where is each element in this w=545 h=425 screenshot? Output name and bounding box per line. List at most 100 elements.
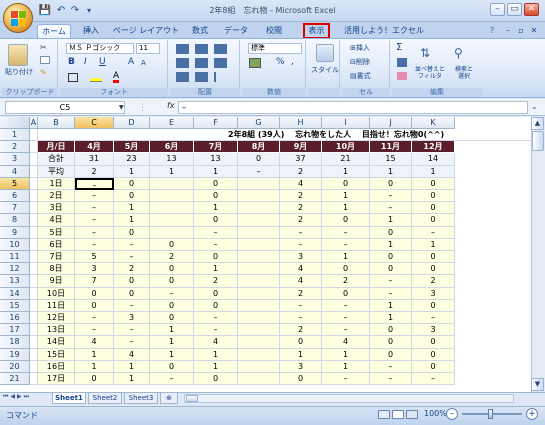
average-value[interactable]: – (238, 165, 280, 178)
data-cell[interactable]: 1 (150, 336, 194, 349)
data-cell[interactable]: 1 (322, 190, 370, 203)
data-cell[interactable]: 0 (75, 373, 114, 386)
data-cell[interactable]: 1 (412, 238, 455, 251)
scroll-down-arrow-icon[interactable]: ▼ (531, 378, 544, 391)
tab-formulas[interactable]: 数式 (187, 24, 213, 39)
data-cell[interactable]: 2 (150, 251, 194, 264)
data-cell[interactable] (150, 226, 194, 239)
data-cell[interactable]: 1 (114, 373, 150, 386)
page-break-view-icon[interactable] (406, 410, 418, 419)
column-header-a[interactable]: A (30, 117, 38, 129)
qat-more-icon[interactable]: ▾ (82, 4, 96, 18)
fill-color-icon[interactable] (90, 73, 102, 82)
horizontal-align-icons[interactable] (176, 58, 232, 68)
currency-icon[interactable] (249, 58, 261, 68)
row-header-17[interactable]: 17 (0, 324, 30, 337)
cell-a[interactable] (30, 312, 38, 325)
binoculars-icon[interactable]: ⚲ (454, 44, 470, 62)
row-header-10[interactable]: 10 (0, 238, 30, 251)
day-label[interactable]: 11日 (38, 299, 75, 312)
total-label[interactable]: 合計 (38, 153, 75, 166)
total-value[interactable]: 13 (194, 153, 238, 166)
column-header-i[interactable]: I (322, 117, 370, 129)
data-cell[interactable]: 0 (150, 360, 194, 373)
data-cell[interactable]: – (280, 226, 322, 239)
data-cell[interactable]: 0 (150, 238, 194, 251)
data-cell[interactable]: 1 (322, 360, 370, 373)
total-value[interactable]: 14 (412, 153, 455, 166)
namebox-dropdown-icon[interactable]: ▼ (119, 104, 124, 111)
data-cell[interactable]: – (370, 287, 412, 300)
fill-icon[interactable] (397, 58, 407, 67)
data-cell[interactable]: – (75, 190, 114, 203)
data-cell[interactable]: 0 (150, 299, 194, 312)
day-label[interactable]: 4日 (38, 214, 75, 227)
sort-filter-icon[interactable]: ⇅ (420, 44, 436, 62)
row-header-1[interactable]: 1 (0, 129, 30, 142)
data-cell[interactable]: 1 (322, 348, 370, 361)
styles-button[interactable]: スタイル (310, 66, 340, 75)
clear-icon[interactable] (397, 72, 407, 80)
row-header-16[interactable]: 16 (0, 312, 30, 325)
office-button[interactable] (3, 3, 33, 33)
data-cell[interactable]: 0 (150, 275, 194, 288)
percent-button[interactable]: % (276, 58, 285, 67)
data-cell[interactable]: 0 (194, 373, 238, 386)
minimize-button[interactable]: – (490, 3, 505, 16)
tab-excel-tips[interactable]: 活用しよう！エクセル (339, 24, 429, 39)
row-header-19[interactable]: 19 (0, 348, 30, 361)
data-cell[interactable]: 1 (114, 202, 150, 215)
cell-a[interactable] (30, 177, 38, 190)
data-cell[interactable] (238, 287, 280, 300)
zoom-level[interactable]: 100% (424, 409, 447, 418)
data-cell[interactable]: 0 (412, 190, 455, 203)
tab-data[interactable]: データ (221, 24, 251, 39)
data-cell[interactable]: 0 (370, 251, 412, 264)
vertical-scrollbar[interactable] (531, 117, 545, 392)
data-cell[interactable]: 1 (370, 238, 412, 251)
data-cell[interactable]: 2 (280, 214, 322, 227)
data-cell[interactable]: 2 (412, 275, 455, 288)
average-value[interactable]: 1 (150, 165, 194, 178)
cell-a[interactable] (30, 129, 38, 142)
tab-page-layout[interactable]: ページ レイアウト (110, 24, 182, 39)
day-label[interactable]: 3日 (38, 202, 75, 215)
data-cell[interactable]: 1 (194, 202, 238, 215)
data-cell[interactable]: 0 (114, 190, 150, 203)
page-layout-view-icon[interactable] (392, 410, 404, 419)
data-cell[interactable]: – (370, 202, 412, 215)
data-cell[interactable] (238, 226, 280, 239)
tab-insert[interactable]: 挿入 (78, 24, 104, 39)
data-cell[interactable]: 3 (280, 360, 322, 373)
underline-button[interactable]: U (99, 58, 106, 67)
insert-function-button[interactable]: fx (167, 101, 175, 110)
data-cell[interactable]: 0 (194, 287, 238, 300)
row-header-4[interactable]: 4 (0, 165, 30, 178)
cell-a[interactable] (30, 190, 38, 203)
sheet-tab-sheet2[interactable]: Sheet2 (88, 393, 122, 404)
cell-a[interactable] (30, 287, 38, 300)
row-header-14[interactable]: 14 (0, 287, 30, 300)
row-header-21[interactable]: 21 (0, 373, 30, 386)
data-cell[interactable]: 3 (75, 263, 114, 276)
data-cell[interactable] (238, 336, 280, 349)
data-cell[interactable]: 2 (280, 324, 322, 337)
data-cell[interactable]: 0 (412, 177, 455, 190)
data-cell[interactable]: – (75, 324, 114, 337)
vertical-align-icons[interactable] (176, 44, 232, 54)
cell-a[interactable] (30, 275, 38, 288)
data-cell[interactable]: 0 (114, 287, 150, 300)
data-cell[interactable]: 0 (150, 312, 194, 325)
restore-button[interactable]: ▭ (507, 3, 522, 16)
data-cell[interactable]: 2 (114, 263, 150, 276)
data-cell[interactable]: 4 (280, 263, 322, 276)
data-cell[interactable]: – (322, 299, 370, 312)
data-cell[interactable]: 0 (280, 373, 322, 386)
data-cell[interactable]: 0 (412, 348, 455, 361)
data-cell[interactable]: 0 (370, 177, 412, 190)
worksheet-grid[interactable]: A B C D E F G H I J K 1 2 3 4 2年8組 (39人) 忘れ物をした人 目指せ！忘れ… (0, 117, 531, 392)
cell-a[interactable] (30, 299, 38, 312)
data-cell[interactable]: 3 (280, 251, 322, 264)
ribbon-restore-icon[interactable]: ▫ (516, 24, 526, 39)
data-cell[interactable]: – (322, 238, 370, 251)
